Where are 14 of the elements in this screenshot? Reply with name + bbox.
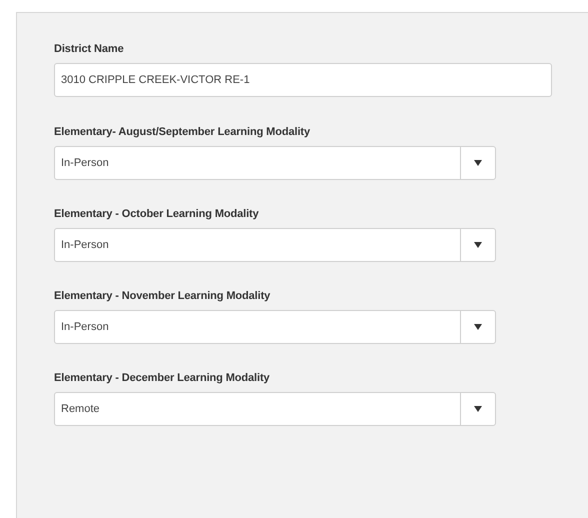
dropdown-field[interactable]: In-Person	[54, 228, 496, 262]
caret-down-icon	[474, 324, 482, 330]
field-label: Elementary - October Learning Modality	[54, 208, 260, 220]
dropdown-field[interactable]: In-Person	[54, 310, 496, 344]
caret-down-icon	[474, 160, 482, 166]
field-label: Elementary - November Learning Modality	[54, 290, 272, 302]
caret-down-icon	[474, 406, 482, 412]
field-label: Elementary- August/September Learning Modality	[54, 126, 311, 138]
dropdown-field[interactable]: Remote	[54, 392, 496, 426]
field-label: District Name	[54, 43, 125, 55]
dropdown-field[interactable]: In-Person	[54, 146, 496, 180]
text-field[interactable]: 3010 CRIPPLE CREEK-VICTOR RE-1	[54, 63, 552, 97]
field-label: Elementary - December Learning Modality	[54, 372, 271, 384]
caret-down-icon	[474, 242, 482, 248]
